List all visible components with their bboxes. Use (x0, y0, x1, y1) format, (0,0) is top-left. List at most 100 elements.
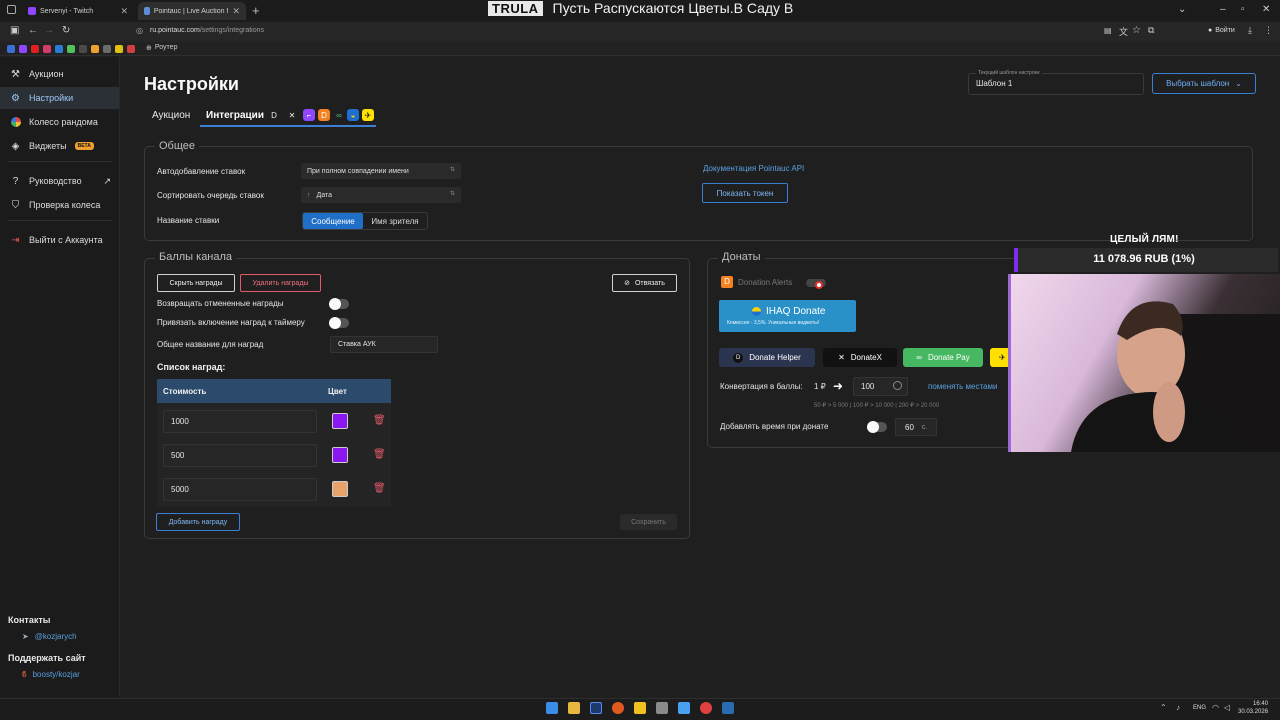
new-tab-button[interactable]: + (252, 3, 260, 18)
save-button[interactable]: Сохранить (620, 514, 677, 530)
url-field[interactable]: ru.pointauc.com/settings/integrations (150, 27, 264, 34)
photoshop-icon[interactable] (590, 702, 602, 714)
bookmark-twitch-icon[interactable] (19, 45, 27, 53)
bookmark-vk-icon[interactable] (7, 45, 15, 53)
forward-icon[interactable]: → (44, 25, 54, 36)
maximize-icon[interactable]: ▫ (1241, 4, 1245, 15)
sidebar-toggle-icon[interactable]: ▣ (10, 25, 19, 36)
taskbar-clock[interactable]: 16:40 30.03.2026 (1238, 700, 1268, 716)
bid-name-viewer-option[interactable]: Имя зрителя (364, 213, 426, 229)
sidebar-item-auction[interactable]: ⚒ Аукцион (0, 63, 119, 85)
donatex-button[interactable]: ✕ DonateX (823, 348, 897, 367)
delete-rewards-button[interactable]: Удалить награды (240, 274, 321, 292)
star-icon[interactable]: ☆ (1132, 25, 1141, 36)
reward-cost-input[interactable]: 500 (163, 444, 317, 467)
sidebar-item-logout[interactable]: ⇥ Выйти с Аккаунта (0, 229, 119, 251)
bookmark-donatepay-icon[interactable] (91, 45, 99, 53)
tab-integrations[interactable]: Интеграции (206, 110, 264, 121)
volume-icon[interactable]: ◁ (1224, 703, 1230, 712)
sidebar-item-settings[interactable]: ⚙ Настройки (0, 87, 119, 109)
steam-icon[interactable] (722, 702, 734, 714)
back-icon[interactable]: ← (28, 25, 38, 36)
unlink-button[interactable]: ⊘ Отвязать (612, 274, 677, 292)
trash-icon[interactable]: 🗑 (373, 449, 386, 460)
browser-icon[interactable] (612, 702, 624, 714)
bookmark-router[interactable]: ⊕ Роутер (146, 44, 177, 52)
bookmark-kick-icon[interactable] (67, 45, 75, 53)
show-token-button[interactable]: Показать токен (702, 183, 788, 203)
tab-auction[interactable]: Аукцион (152, 110, 190, 121)
bid-name-message-option[interactable]: Сообщение (303, 213, 363, 229)
login-button[interactable]: ● Войти (1208, 27, 1235, 34)
api-docs-link[interactable]: Документация Pointauc API (703, 164, 804, 173)
tray-chevron-icon[interactable]: ⌃ (1160, 703, 1167, 712)
translate-icon[interactable]: 文 (1119, 25, 1128, 38)
app-icon[interactable] (656, 702, 668, 714)
trash-icon[interactable]: 🗑 (373, 483, 386, 494)
sidebar-item-widgets[interactable]: ◈ Виджеты BETA (0, 135, 119, 157)
site-info-icon[interactable]: ◎ (136, 26, 143, 35)
downloads-icon[interactable]: ⤓ (1248, 25, 1252, 36)
browser-tab-pointauc[interactable]: Pointauc | Live Auction for Stre… ✕ (138, 2, 246, 20)
bookmark-icon[interactable] (55, 45, 63, 53)
conversion-input[interactable]: 100 (853, 377, 908, 396)
donate-helper-icon[interactable]: D (268, 109, 280, 121)
obs-icon[interactable] (700, 702, 712, 714)
da-yellow-icon[interactable]: ✈ (362, 109, 374, 121)
app-icon[interactable] (634, 702, 646, 714)
boosty-link[interactable]: ϐ boosty/kozjar (22, 670, 80, 679)
language-indicator[interactable]: ENG (1193, 705, 1206, 711)
common-name-input[interactable]: Ставка АУК (330, 336, 438, 353)
ihaq-icon[interactable]: ◒ (347, 109, 359, 121)
close-icon[interactable]: ✕ (120, 6, 128, 17)
tab-search-icon[interactable]: ⌄ (1178, 4, 1186, 15)
close-icon[interactable]: ✕ (232, 6, 240, 17)
window-close-icon[interactable]: ✕ (1262, 4, 1270, 15)
timer-rewards-toggle[interactable] (329, 317, 349, 329)
donate-pay-button[interactable]: ∞ Donate Pay (903, 348, 983, 367)
app-icon[interactable] (678, 702, 690, 714)
sort-select[interactable]: ↑ Дата ⇅ (301, 187, 461, 203)
tab-actions-icon[interactable] (7, 5, 16, 14)
telegram-link[interactable]: ➤ @kozjarych (22, 632, 77, 641)
donate-helper-button[interactable]: D Donate Helper (719, 348, 815, 367)
donatex-icon[interactable]: ✕ (286, 109, 298, 121)
add-time-toggle[interactable] (867, 421, 887, 433)
reward-cost-input[interactable]: 1000 (163, 410, 317, 433)
bookmark-icon[interactable] (43, 45, 51, 53)
reader-icon[interactable]: ▤ (1104, 26, 1112, 35)
reward-cost-input[interactable]: 5000 (163, 478, 317, 501)
return-rewards-toggle[interactable] (329, 298, 349, 310)
reward-color-swatch[interactable] (332, 413, 348, 429)
twitch-icon[interactable]: ⌐ (303, 109, 315, 121)
reward-color-swatch[interactable] (332, 447, 348, 463)
add-time-input[interactable]: 60 с. (895, 418, 937, 436)
bookmark-icon[interactable] (103, 45, 111, 53)
bookmark-youtube-icon[interactable] (31, 45, 39, 53)
swap-link[interactable]: поменять местами (928, 382, 997, 391)
minimize-icon[interactable]: – (1220, 4, 1226, 15)
microphone-icon[interactable]: ♪ (1176, 703, 1180, 712)
start-icon[interactable] (546, 702, 558, 714)
bookmark-icon[interactable] (115, 45, 123, 53)
trash-icon[interactable]: 🗑 (373, 415, 386, 426)
wifi-icon[interactable]: ◠ (1212, 703, 1219, 712)
reward-color-swatch[interactable] (332, 481, 348, 497)
choose-template-button[interactable]: Выбрать шаблон ⌄ (1152, 73, 1256, 94)
hide-rewards-button[interactable]: Скрыть награды (157, 274, 235, 292)
bookmark-icon[interactable] (79, 45, 87, 53)
menu-icon[interactable]: ⋮ (1264, 25, 1273, 36)
sidebar-item-random-wheel[interactable]: Колесо рандома (0, 111, 119, 133)
reload-icon[interactable]: ↻ (62, 25, 70, 36)
donate-pay-icon[interactable]: ∞ (333, 109, 345, 121)
sidebar-item-guide[interactable]: ? Руководство ↗ (0, 170, 119, 192)
browser-tab-twitch[interactable]: Servenyi - Twitch ✕ (22, 2, 134, 20)
auto-add-select[interactable]: При полном совпадении имени ⇅ (301, 163, 461, 179)
donation-alerts-icon[interactable]: D (318, 109, 330, 121)
add-reward-button[interactable]: Добавить награду (156, 513, 240, 531)
url-path: /settings/integrations (199, 27, 265, 34)
bookmark-icon[interactable] (127, 45, 135, 53)
file-explorer-icon[interactable] (568, 702, 580, 714)
sidebar-item-wheel-check[interactable]: ⛉ Проверка колеса (0, 194, 119, 216)
extensions-icon[interactable]: ⧉ (1148, 25, 1154, 36)
